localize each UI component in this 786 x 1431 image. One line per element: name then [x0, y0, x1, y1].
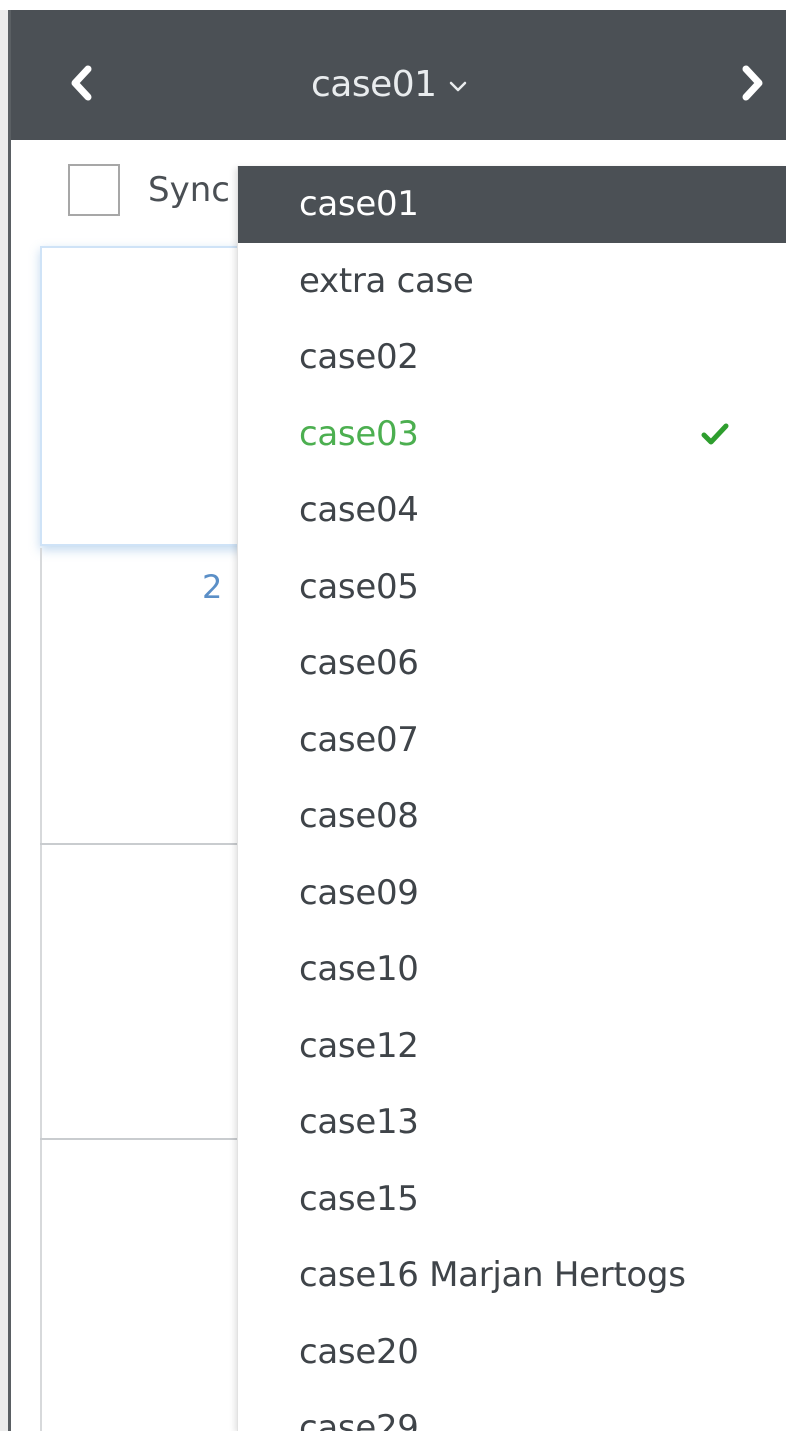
- sync-checkbox[interactable]: [68, 164, 120, 216]
- thumbnail-panel[interactable]: [40, 246, 260, 546]
- dropdown-item-label: case02: [299, 337, 419, 378]
- dropdown-item[interactable]: case05: [238, 549, 786, 626]
- dropdown-item-label: case29: [299, 1408, 419, 1431]
- chevron-down-icon: [449, 81, 466, 92]
- sync-label: Sync: [148, 170, 230, 210]
- dropdown-item[interactable]: case10: [238, 931, 786, 1008]
- dropdown-item[interactable]: case13: [238, 1084, 786, 1161]
- dropdown-item[interactable]: extra case: [238, 243, 786, 320]
- dropdown-item[interactable]: case12: [238, 1008, 786, 1085]
- checkmark-icon: [701, 423, 729, 445]
- dropdown-item[interactable]: case29: [238, 1390, 786, 1431]
- dropdown-item[interactable]: case15: [238, 1161, 786, 1238]
- chevron-right-icon: [742, 65, 763, 101]
- divider: [40, 843, 260, 845]
- left-edge-line: [8, 0, 11, 1431]
- header-top-strip: [0, 0, 786, 10]
- panel-border: [40, 1140, 42, 1431]
- prev-case-button[interactable]: [57, 48, 105, 118]
- header-bar: case01: [11, 10, 786, 140]
- dropdown-item-label: case04: [299, 490, 419, 531]
- dropdown-item-label: case09: [299, 872, 419, 913]
- dropdown-item-label: case03: [299, 413, 419, 454]
- dropdown-item-label: case05: [299, 566, 419, 607]
- case-select-dropdown[interactable]: case01: [311, 56, 467, 112]
- dropdown-item[interactable]: case02: [238, 319, 786, 396]
- case-picker-screen: case01 Sync 2 case01 extra case case02 case…: [0, 0, 786, 1431]
- dropdown-item-label: case15: [299, 1178, 419, 1219]
- dropdown-item-label: case12: [299, 1025, 419, 1066]
- dropdown-item-label: case10: [299, 949, 419, 990]
- dropdown-item[interactable]: case04: [238, 472, 786, 549]
- dropdown-item-label: case07: [299, 719, 419, 760]
- chevron-left-icon: [71, 65, 92, 101]
- dropdown-item-label: extra case: [299, 260, 474, 301]
- case-select-label: case01: [311, 63, 437, 105]
- sync-row: Sync: [40, 150, 230, 230]
- dropdown-item[interactable]: case16 Marjan Hertogs: [238, 1237, 786, 1314]
- left-edge: [0, 0, 8, 1431]
- case-dropdown-menu: case01 extra case case02 case03 case04 case05…: [237, 166, 786, 1431]
- next-case-button[interactable]: [729, 48, 777, 118]
- dropdown-item-label: case16 Marjan Hertogs: [299, 1255, 686, 1296]
- dropdown-item[interactable]: case08: [238, 778, 786, 855]
- dropdown-item[interactable]: case06: [238, 625, 786, 702]
- dropdown-item-label: case13: [299, 1102, 419, 1143]
- divider: [40, 1138, 260, 1140]
- dropdown-item-label: case01: [299, 184, 419, 225]
- dropdown-item[interactable]: case07: [238, 702, 786, 779]
- dropdown-item-label: case08: [299, 796, 419, 837]
- panel-border: [40, 845, 42, 1138]
- page-number: 2: [202, 568, 223, 606]
- dropdown-item[interactable]: case09: [238, 855, 786, 932]
- dropdown-item[interactable]: case20: [238, 1314, 786, 1391]
- dropdown-item[interactable]: case03: [238, 396, 786, 473]
- panel-border: [40, 548, 42, 843]
- dropdown-item-label: case06: [299, 643, 419, 684]
- dropdown-item[interactable]: case01: [238, 166, 786, 243]
- dropdown-item-label: case20: [299, 1331, 419, 1372]
